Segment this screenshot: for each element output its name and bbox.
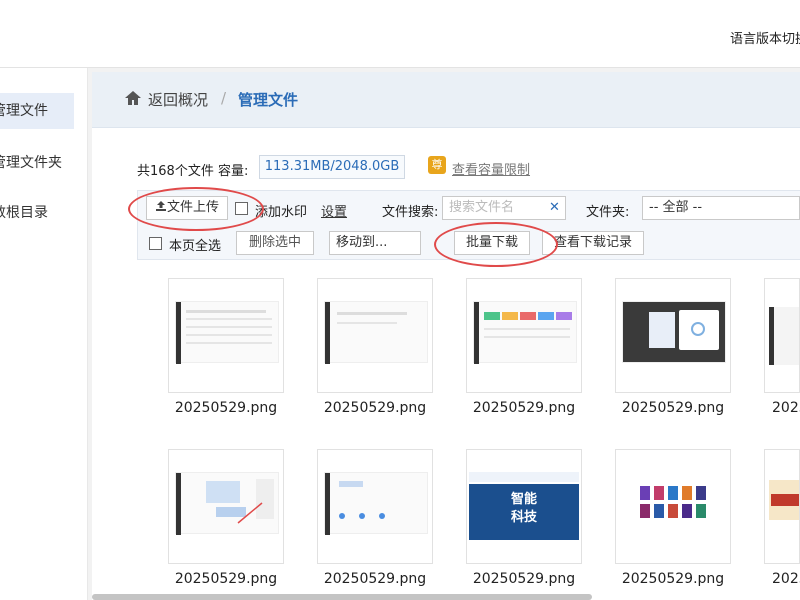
capacity-value: 113.31MB/2048.0GB bbox=[259, 155, 405, 179]
sidebar-item-root-directory[interactable]: 数根目录 bbox=[0, 195, 74, 231]
file-thumbnail[interactable] bbox=[764, 449, 800, 564]
sidebar: 管理文件 管理文件夹 数根目录 bbox=[0, 68, 88, 600]
file-thumbnail[interactable] bbox=[615, 278, 731, 393]
file-thumbnail[interactable] bbox=[764, 278, 800, 393]
file-thumbnail[interactable] bbox=[615, 449, 731, 564]
folder-select[interactable]: -- 全部 -- bbox=[642, 196, 800, 220]
watermark-settings-link[interactable]: 设置 bbox=[321, 201, 347, 220]
banner-title-line-2: 科技 bbox=[510, 510, 537, 525]
clear-search-icon[interactable]: ✕ bbox=[549, 200, 560, 215]
file-count-summary: 共168个文件 容量: bbox=[137, 164, 249, 179]
move-to-select[interactable]: 移动到... bbox=[329, 231, 421, 255]
file-thumbnail[interactable] bbox=[466, 278, 582, 393]
breadcrumb: 返回概况 / 管理文件 bbox=[92, 72, 800, 128]
watermark-checkbox[interactable] bbox=[235, 202, 248, 215]
file-name: 20250529.png bbox=[621, 400, 725, 416]
watermark-label: 添加水印 bbox=[255, 205, 308, 220]
page-title: 管理文件 bbox=[238, 91, 299, 109]
language-switch[interactable]: 语言版本切换 bbox=[730, 28, 800, 47]
folder-label: 文件夹: bbox=[586, 205, 630, 220]
banner-title-line-1: 智能 bbox=[510, 492, 537, 507]
breadcrumb-separator: / bbox=[221, 89, 227, 107]
main-panel: 返回概况 / 管理文件 共168个文件 容量: 113.31MB/2048.0G… bbox=[92, 72, 800, 600]
file-search-label: 文件搜索: bbox=[382, 205, 439, 220]
horizontal-scrollbar[interactable] bbox=[92, 594, 592, 600]
home-icon[interactable] bbox=[124, 89, 142, 107]
file-thumbnail[interactable]: 智能 科技 bbox=[466, 449, 582, 564]
upload-icon bbox=[155, 201, 166, 211]
limit-icon: 尊 bbox=[428, 156, 446, 174]
file-name: 20250529.png bbox=[323, 571, 427, 587]
file-name: 20250529.png bbox=[174, 571, 278, 587]
file-name: 20250529.png bbox=[323, 400, 427, 416]
file-name: 20250529.png bbox=[472, 571, 576, 587]
breadcrumb-back-link[interactable]: 返回概况 bbox=[148, 89, 208, 110]
file-name: 20250529.png bbox=[472, 400, 576, 416]
file-name: 2025 bbox=[772, 571, 800, 587]
file-name: 20250529.png bbox=[621, 571, 725, 587]
select-all-label: 本页全选 bbox=[169, 239, 222, 254]
file-thumbnail[interactable] bbox=[317, 449, 433, 564]
upload-button[interactable]: 文件上传 bbox=[146, 196, 228, 220]
upload-label: 文件上传 bbox=[166, 200, 219, 215]
view-download-history-button[interactable]: 查看下载记录 bbox=[542, 231, 644, 255]
red-arrow-icon bbox=[237, 502, 263, 524]
sidebar-item-manage-files[interactable]: 管理文件 bbox=[0, 93, 74, 129]
batch-download-button[interactable]: 批量下载 bbox=[454, 231, 530, 255]
file-thumbnail[interactable] bbox=[317, 278, 433, 393]
file-name: 2025 bbox=[772, 400, 800, 416]
file-thumbnail[interactable] bbox=[168, 449, 284, 564]
delete-selected-button[interactable]: 删除选中 bbox=[236, 231, 314, 255]
file-search-input[interactable]: 搜索文件名 bbox=[442, 196, 566, 220]
select-all-checkbox[interactable] bbox=[149, 237, 162, 250]
file-thumbnail[interactable] bbox=[168, 278, 284, 393]
file-name: 20250529.png bbox=[174, 400, 278, 416]
sidebar-item-manage-folders[interactable]: 管理文件夹 bbox=[0, 145, 74, 181]
top-bar: 语言版本切换 bbox=[0, 0, 800, 68]
view-capacity-limit-link[interactable]: 查看容量限制 bbox=[452, 159, 530, 178]
